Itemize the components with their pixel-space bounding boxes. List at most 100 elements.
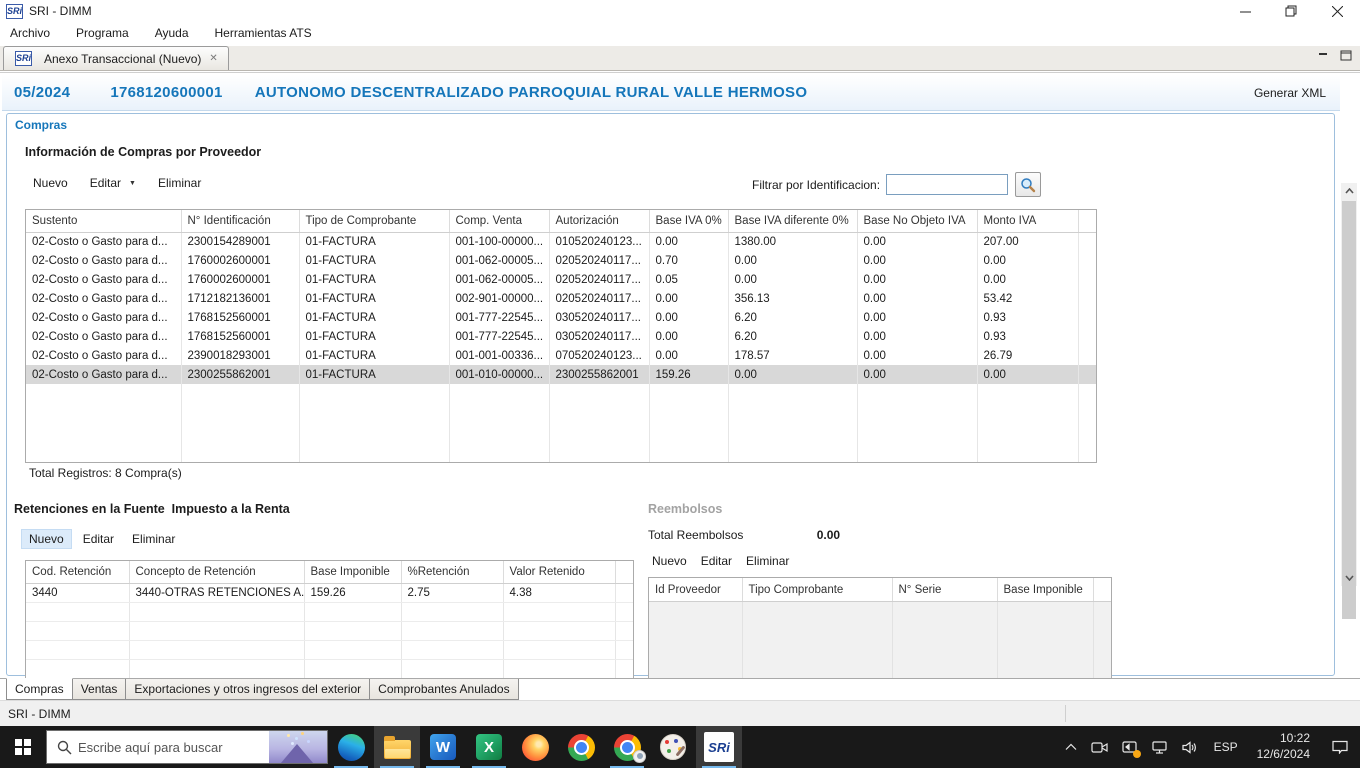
- table-row[interactable]: 02-Costo o Gasto para d...23001542890010…: [26, 232, 1096, 251]
- column-header-base-iva-diferente-0[interactable]: Base IVA diferente 0%: [728, 210, 857, 232]
- taskbar-search-input[interactable]: [72, 740, 269, 755]
- bottom-tab-compras[interactable]: Compras: [6, 678, 73, 700]
- table-row[interactable]: 02-Costo o Gasto para d...17600026000010…: [26, 270, 1096, 289]
- taskbar-edge-button[interactable]: [328, 726, 374, 768]
- table-cell: 0.00: [728, 270, 857, 289]
- taskbar-search[interactable]: [46, 730, 328, 764]
- column-header-n-serie[interactable]: N° Serie: [892, 578, 997, 601]
- taskbar-excel-button[interactable]: X: [466, 726, 512, 768]
- column-header-base-imponible[interactable]: Base Imponible: [304, 561, 401, 583]
- column-header-sustento[interactable]: Sustento: [26, 210, 181, 232]
- column-header-monto-iva[interactable]: Monto IVA: [977, 210, 1078, 232]
- table-cell-empty: [649, 384, 728, 462]
- table-row[interactable]: 02-Costo o Gasto para d...17681525600010…: [26, 327, 1096, 346]
- scroll-up-icon[interactable]: [1341, 183, 1357, 199]
- column-header-id-proveedor[interactable]: Id Proveedor: [649, 578, 742, 601]
- bottom-tab-comprobantes-anulados[interactable]: Comprobantes Anulados: [369, 679, 518, 700]
- column-header-base-imponible[interactable]: Base Imponible: [997, 578, 1093, 601]
- table-cell-empty: [299, 384, 449, 462]
- language-indicator[interactable]: ESP: [1205, 740, 1247, 754]
- table-cell-empty: [304, 602, 401, 621]
- action-center-icon[interactable]: [1320, 726, 1360, 768]
- tray-onedrive-alert-icon[interactable]: [1115, 726, 1145, 768]
- taskbar-clock[interactable]: 10:22 12/6/2024: [1247, 731, 1320, 762]
- tab-label: Anexo Transaccional (Nuevo): [44, 52, 201, 66]
- menu-item-ayuda[interactable]: Ayuda: [155, 26, 189, 40]
- table-cell: 02-Costo o Gasto para d...: [26, 232, 181, 251]
- reembolsos-editar-button[interactable]: Editar: [701, 554, 732, 568]
- table-cell: 159.26: [649, 365, 728, 384]
- statusbar: SRI - DIMM: [0, 700, 1360, 726]
- table-row[interactable]: 02-Costo o Gasto para d...17600026000010…: [26, 251, 1096, 270]
- bottom-tab-exportaciones-y-otros-ingresos-del-exterior[interactable]: Exportaciones y otros ingresos del exter…: [125, 679, 370, 700]
- column-header-n-identificaci-n[interactable]: N° Identificación: [181, 210, 299, 232]
- taskbar-word-button[interactable]: W: [420, 726, 466, 768]
- table-row[interactable]: 02-Costo o Gasto para d...17681525600010…: [26, 308, 1096, 327]
- eliminar-button[interactable]: Eliminar: [158, 176, 201, 190]
- tray-chevron-up-icon[interactable]: [1058, 726, 1084, 768]
- column-header-base-no-objeto-iva[interactable]: Base No Objeto IVA: [857, 210, 977, 232]
- retenciones-editar-button[interactable]: Editar: [83, 532, 114, 546]
- restore-button[interactable]: [1268, 0, 1314, 22]
- table-cell: 26.79: [977, 346, 1078, 365]
- editar-button[interactable]: Editar: [90, 176, 121, 190]
- vertical-scrollbar[interactable]: [1341, 183, 1357, 586]
- column-header-autorizaci-n[interactable]: Autorización: [549, 210, 649, 232]
- editar-dropdown-icon[interactable]: ▼: [129, 180, 136, 187]
- retenciones-nuevo-button[interactable]: Nuevo: [21, 529, 72, 549]
- scrollbar-thumb[interactable]: [1342, 201, 1356, 619]
- table-cell: 0.00: [728, 251, 857, 270]
- compras-table: SustentoN° IdentificaciónTipo de Comprob…: [25, 209, 1097, 463]
- taskbar-chrome-profile-button[interactable]: [604, 726, 650, 768]
- column-header-comp-venta[interactable]: Comp. Venta: [449, 210, 549, 232]
- start-button[interactable]: [0, 726, 46, 768]
- reembolsos-nuevo-button[interactable]: Nuevo: [652, 554, 687, 568]
- menu-item-programa[interactable]: Programa: [76, 26, 129, 40]
- generar-xml-button[interactable]: Generar XML: [1254, 86, 1326, 100]
- minimize-button[interactable]: [1222, 0, 1268, 22]
- column-header-tipo-de-comprobante[interactable]: Tipo de Comprobante: [299, 210, 449, 232]
- taskbar-chrome-button[interactable]: [558, 726, 604, 768]
- menu-item-archivo[interactable]: Archivo: [10, 26, 50, 40]
- column-header-retenci-n[interactable]: %Retención: [401, 561, 503, 583]
- search-highlight-image[interactable]: [269, 730, 327, 764]
- tray-volume-icon[interactable]: [1175, 726, 1205, 768]
- reembolsos-eliminar-button[interactable]: Eliminar: [746, 554, 789, 568]
- table-row[interactable]: 02-Costo o Gasto para d...23900182930010…: [26, 346, 1096, 365]
- mdi-restore-icon[interactable]: [1340, 50, 1352, 64]
- column-header-concepto-de-retenci-n[interactable]: Concepto de Retención: [129, 561, 304, 583]
- bottom-tab-ventas[interactable]: Ventas: [72, 679, 127, 700]
- table-cell-empty: [181, 384, 299, 462]
- edge-icon: [338, 734, 365, 761]
- tray-network-icon[interactable]: [1145, 726, 1175, 768]
- table-cell: 02-Costo o Gasto para d...: [26, 327, 181, 346]
- taskbar-firefox-button[interactable]: [512, 726, 558, 768]
- table-row[interactable]: 02-Costo o Gasto para d...17121821360010…: [26, 289, 1096, 308]
- taskbar-sri-button[interactable]: SRi: [696, 726, 742, 768]
- filter-input[interactable]: [886, 174, 1008, 195]
- taskbar-paint-button[interactable]: [650, 726, 696, 768]
- retenciones-eliminar-button[interactable]: Eliminar: [132, 532, 175, 546]
- taskbar-explorer-button[interactable]: [374, 726, 420, 768]
- search-button[interactable]: [1015, 172, 1041, 197]
- table-header-row: Cod. RetenciónConcepto de RetenciónBase …: [26, 561, 633, 583]
- table-row[interactable]: 34403440-OTRAS RETENCIONES A...159.262.7…: [26, 583, 633, 602]
- scroll-down-icon[interactable]: [1341, 570, 1357, 586]
- column-header-base-iva-0[interactable]: Base IVA 0%: [649, 210, 728, 232]
- tab-close-icon[interactable]: ✕: [207, 53, 219, 64]
- column-header-cod-retenci-n[interactable]: Cod. Retención: [26, 561, 129, 583]
- column-header-tipo-comprobante[interactable]: Tipo Comprobante: [742, 578, 892, 601]
- menu-item-herramientas-ats[interactable]: Herramientas ATS: [215, 26, 312, 40]
- column-header-valor-retenido[interactable]: Valor Retenido: [503, 561, 615, 583]
- tab-anexo-transaccional[interactable]: SRi Anexo Transaccional (Nuevo) ✕: [3, 46, 229, 70]
- table-cell-empty: [503, 659, 615, 678]
- table-cell-empty: [615, 659, 633, 678]
- table-cell: 1380.00: [728, 232, 857, 251]
- tray-meet-now-icon[interactable]: [1084, 726, 1115, 768]
- nuevo-button[interactable]: Nuevo: [33, 176, 68, 190]
- close-button[interactable]: [1314, 0, 1360, 22]
- mdi-minimize-icon[interactable]: [1318, 50, 1330, 64]
- table-row[interactable]: 02-Costo o Gasto para d...23002558620010…: [26, 365, 1096, 384]
- table-cell: 0.05: [649, 270, 728, 289]
- windows-logo-icon: [15, 739, 31, 755]
